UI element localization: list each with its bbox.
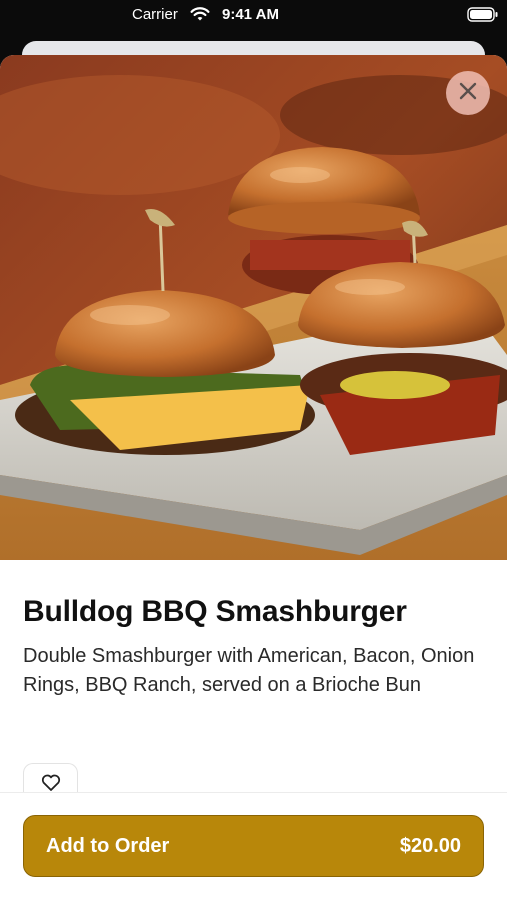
add-to-order-button[interactable]: Add to Order $20.00 xyxy=(23,815,484,877)
item-detail-sheet: Bulldog BBQ Smashburger Double Smashburg… xyxy=(0,55,507,900)
add-to-order-label: Add to Order xyxy=(46,835,170,857)
close-icon xyxy=(459,82,477,105)
item-photo xyxy=(0,55,507,560)
item-description: Double Smashburger with American, Bacon,… xyxy=(23,645,475,696)
status-time: 9:41 AM xyxy=(222,6,279,23)
carrier-label: Carrier xyxy=(132,6,178,23)
item-title: Bulldog BBQ Smashburger xyxy=(23,595,407,628)
status-bar: Carrier 9:41 AM xyxy=(0,0,507,32)
battery-icon xyxy=(467,7,499,23)
item-price: $20.00 xyxy=(399,835,461,857)
wifi-icon xyxy=(190,6,210,22)
bottom-action-bar: Add to Order $20.00 xyxy=(0,792,507,900)
close-button[interactable] xyxy=(446,71,490,115)
